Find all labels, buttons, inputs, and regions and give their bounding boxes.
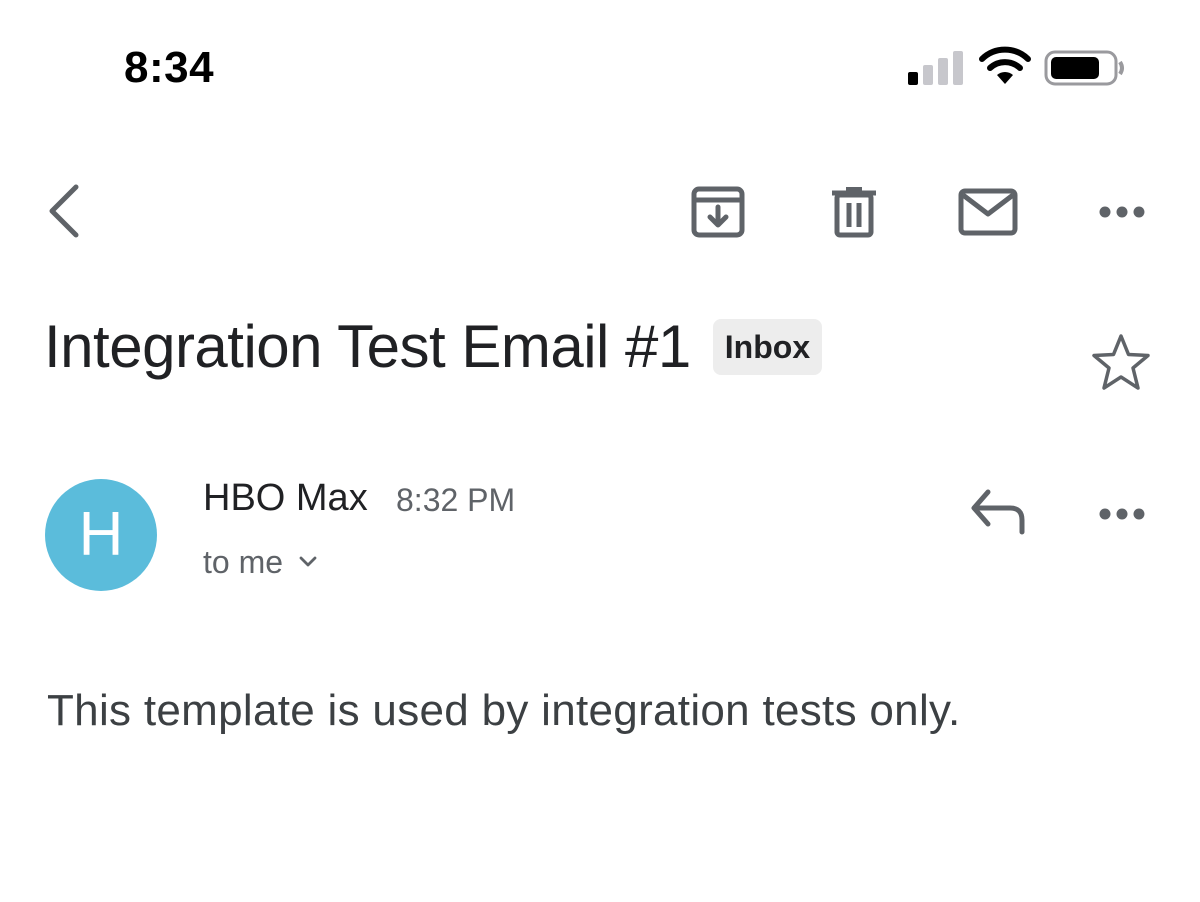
inbox-label-badge[interactable]: Inbox [712, 319, 823, 375]
recipient-text: to me [203, 544, 284, 580]
mark-unread-button[interactable] [950, 176, 1026, 248]
cellular-signal-icon [908, 51, 963, 85]
recipient-details-toggle[interactable]: to me [203, 542, 319, 582]
mail-icon [958, 188, 1018, 236]
status-bar: 8:34 [0, 0, 1200, 130]
subject-row: Integration Test Email #1 Inbox [44, 312, 823, 382]
chevron-down-icon [299, 556, 317, 567]
message-more-button[interactable] [1090, 490, 1154, 538]
back-arrow-icon [49, 184, 79, 238]
sender-avatar[interactable]: H [45, 479, 157, 591]
battery-icon [1044, 50, 1124, 86]
email-subject: Integration Test Email #1 [44, 313, 691, 380]
star-button[interactable] [1088, 330, 1154, 396]
trash-icon [832, 187, 876, 238]
archive-icon [691, 186, 745, 238]
archive-button[interactable] [682, 176, 754, 248]
message-body: This template is used by integration tes… [47, 686, 961, 735]
wifi-icon [979, 46, 1031, 84]
delete-button[interactable] [818, 176, 890, 248]
more-horizontal-icon [1099, 508, 1145, 520]
reply-icon [971, 489, 1025, 535]
star-icon [1092, 334, 1150, 390]
status-time: 8:34 [124, 43, 215, 92]
reply-button[interactable] [962, 484, 1034, 544]
sent-time: 8:32 PM [396, 482, 516, 518]
sender-name: HBO Max [203, 477, 368, 519]
back-button[interactable] [34, 178, 94, 244]
more-horizontal-icon [1099, 206, 1145, 218]
toolbar-more-button[interactable] [1090, 188, 1154, 236]
